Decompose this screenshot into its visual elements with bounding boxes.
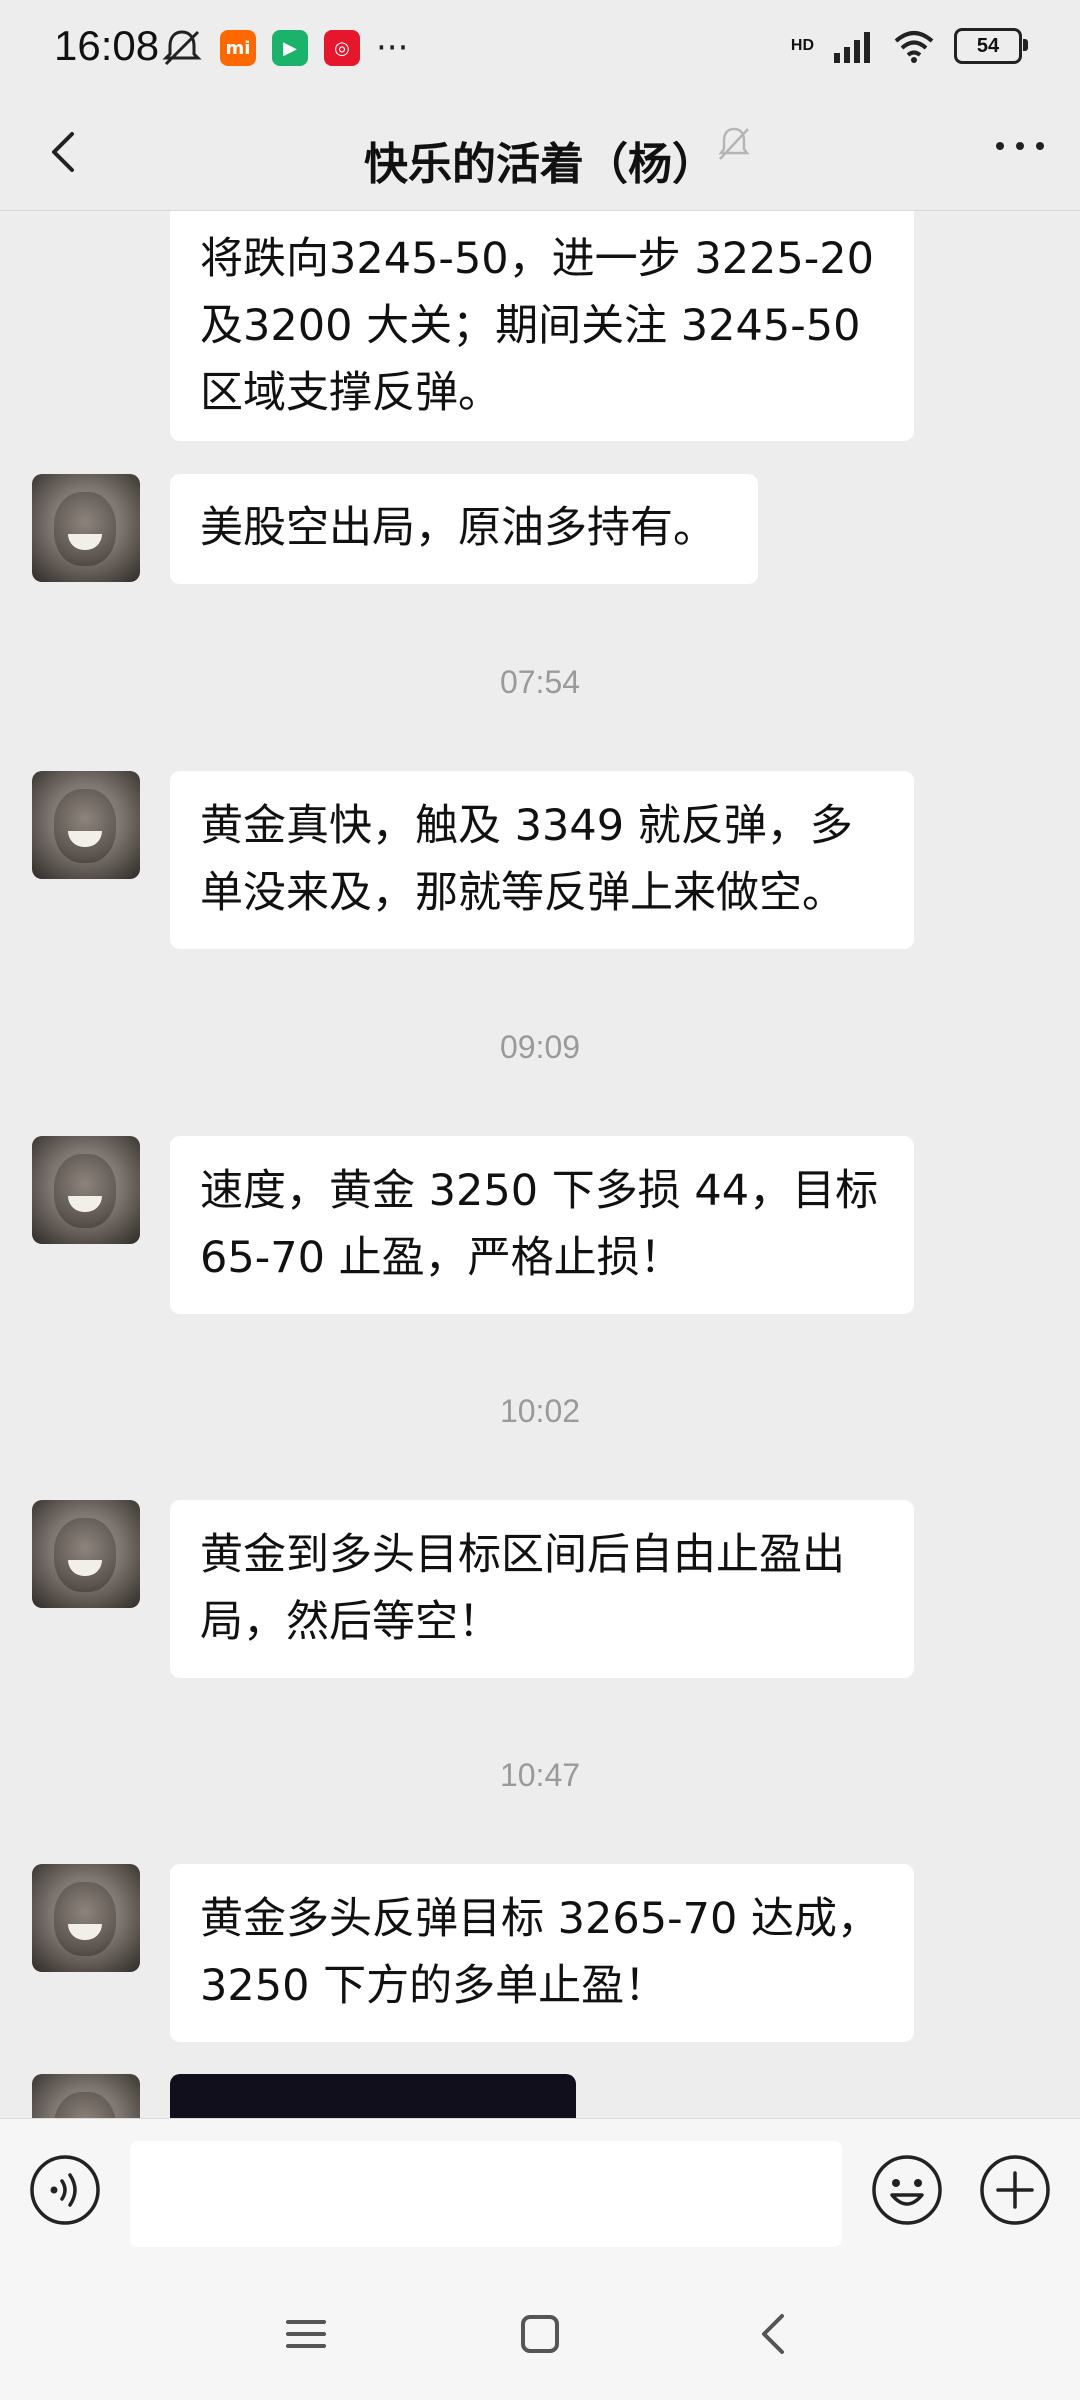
menu-icon[interactable] [276,2304,336,2364]
video-app-icon: ▶ [272,30,308,66]
chat-header: 快乐的活着（杨） [0,100,1080,211]
message-line: 美股空出局，原油多持有。 [200,503,716,553]
timestamp: 09:09 [499,1029,581,1065]
back-icon[interactable] [744,2304,804,2364]
message-line: 黄金到多头目标区间后自由止盈出 [200,1530,845,1580]
message-line: 单没来及，那就等反弹上来做空。 [200,868,845,918]
message-input[interactable] [130,2141,842,2247]
timestamp: 10:47 [499,1757,581,1793]
message-bubble[interactable]: 速度，黄金 3250 下多损 44，目标 65-70 止盈，严格止损！ [170,1136,914,1314]
avatar[interactable] [32,1500,140,1608]
avatar[interactable] [32,1136,140,1244]
avatar[interactable] [32,474,140,582]
avatar[interactable] [32,2074,140,2118]
status-time: 16:08 [54,22,160,69]
message-line: 及3200 大关；期间关注 3245-50 [200,301,861,351]
more-dots-icon[interactable] [990,126,1050,166]
voice-icon[interactable] [28,2153,102,2227]
message-line: 速度，黄金 3250 下多损 44，目标 [200,1166,879,1216]
avatar[interactable] [32,771,140,879]
avatar[interactable] [32,1864,140,1972]
wifi-icon [894,31,934,63]
chat-messages[interactable]: 将跌向3245-50，进一步 3225-20 及3200 大关；期间关注 324… [0,211,1080,2118]
mi-icon: mi [220,30,256,66]
input-bar [0,2118,1080,2261]
message-line: 局，然后等空！ [200,1597,501,1647]
message-line: 3250 下方的多单止盈！ [200,1961,668,2011]
timestamp: 07:54 [499,664,581,700]
message-line: 黄金多头反弹目标 3265-70 达成， [200,1894,881,1944]
signal-icon [834,32,870,63]
message-line: 65-70 止盈，严格止损！ [200,1233,683,1283]
status-left-icons: mi ▶ ◎ ··· [160,28,408,68]
hd-label: HD [790,37,814,54]
message-bubble[interactable]: 黄金真快，触及 3349 就反弹，多 单没来及，那就等反弹上来做空。 [170,771,914,949]
bell-muted-icon [718,127,750,160]
message-bubble[interactable]: 黄金多头反弹目标 3265-70 达成， 3250 下方的多单止盈！ [170,1864,914,2042]
chat-title[interactable]: 快乐的活着（杨） [0,128,1080,192]
image-message-preview[interactable] [170,2074,576,2118]
plus-icon[interactable] [978,2153,1052,2227]
status-bar: 16:08 mi ▶ ◎ ··· HD 54 [0,0,1080,100]
timestamp: 10:02 [499,1393,581,1429]
message-line: 区域支撑反弹。 [200,368,501,418]
message-bubble[interactable]: 将跌向3245-50，进一步 3225-20 及3200 大关；期间关注 324… [170,211,914,441]
overflow-indicator: ··· [376,28,409,68]
status-right-icons: HD 54 [790,28,1028,64]
message-bubble[interactable]: 黄金到多头目标区间后自由止盈出 局，然后等空！ [170,1500,914,1678]
battery-indicator: 54 [954,28,1028,64]
battery-level: 54 [976,34,1000,57]
home-icon[interactable] [510,2304,570,2364]
system-nav-bar [0,2260,1080,2400]
message-line: 黄金真快，触及 3349 就反弹，多 [200,801,853,851]
weibo-icon: ◎ [324,30,360,66]
message-bubble[interactable]: 美股空出局，原油多持有。 [170,474,758,584]
message-line: 将跌向3245-50，进一步 3225-20 [200,234,874,284]
emoji-icon[interactable] [870,2153,944,2227]
bell-muted-status-icon [162,30,202,66]
